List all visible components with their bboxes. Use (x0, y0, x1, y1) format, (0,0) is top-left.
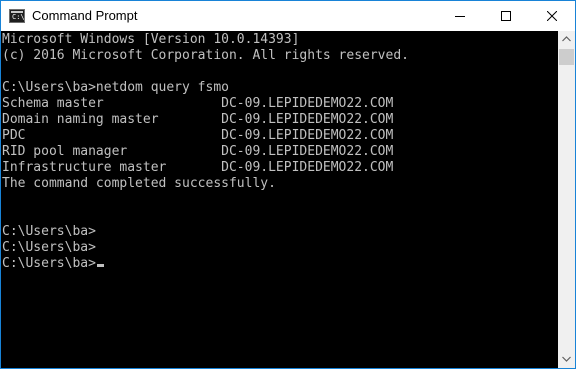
window-title: Command Prompt (32, 8, 138, 23)
close-button[interactable] (529, 1, 575, 31)
maximize-button[interactable] (483, 1, 529, 31)
console-line: Microsoft Windows [Version 10.0.14393] (2, 32, 300, 47)
console-line: (c) 2016 Microsoft Corporation. All righ… (2, 48, 409, 63)
scroll-down-button[interactable] (558, 351, 575, 368)
text-cursor (96, 264, 104, 267)
console-line: C:\Users\ba>netdom query fsmo (2, 80, 229, 95)
console-text: Microsoft Windows [Version 10.0.14393] (… (1, 31, 558, 272)
console-output[interactable]: Microsoft Windows [Version 10.0.14393] (… (1, 31, 558, 368)
minimize-icon (455, 16, 465, 17)
chevron-up-icon (562, 36, 571, 42)
console-prompt-line: C:\Users\ba> (2, 256, 96, 271)
console-line: Domain naming master DC-09.LEPIDEDEMO22.… (2, 112, 394, 127)
cmd-icon-glyph: C:\_ (12, 13, 29, 21)
console-line: C:\Users\ba> (2, 240, 96, 255)
command-prompt-window: C:\_ Command Prompt Microsoft Windows [V… (0, 0, 576, 369)
vertical-scrollbar[interactable] (558, 31, 575, 368)
close-icon (547, 11, 557, 21)
console-line: RID pool manager DC-09.LEPIDEDEMO22.COM (2, 144, 394, 159)
console-line: Infrastructure master DC-09.LEPIDEDEMO22… (2, 160, 394, 175)
console-line: C:\Users\ba> (2, 224, 96, 239)
cmd-icon[interactable]: C:\_ (9, 9, 29, 23)
console-line: PDC DC-09.LEPIDEDEMO22.COM (2, 128, 394, 143)
console-line: The command completed successfully. (2, 176, 276, 191)
maximize-icon (501, 11, 511, 21)
minimize-button[interactable] (437, 1, 483, 31)
title-bar[interactable]: C:\_ Command Prompt (1, 1, 575, 31)
console-line: Schema master DC-09.LEPIDEDEMO22.COM (2, 96, 394, 111)
scroll-up-button[interactable] (558, 31, 575, 48)
chevron-down-icon (562, 356, 571, 362)
scroll-thumb[interactable] (559, 49, 574, 65)
